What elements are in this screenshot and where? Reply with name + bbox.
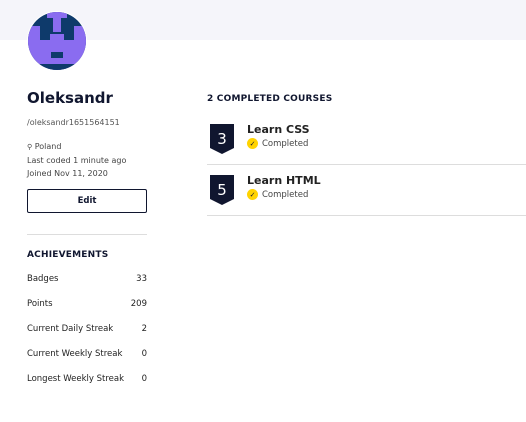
svg-text:5: 5 bbox=[217, 181, 227, 199]
course-item-html[interactable]: 5 Learn HTML ✓ Completed bbox=[207, 165, 526, 216]
status-label: Completed bbox=[262, 138, 309, 149]
stat-value: 0 bbox=[141, 349, 147, 359]
joined-date: Joined Nov 11, 2020 bbox=[27, 169, 108, 178]
stat-label: Current Weekly Streak bbox=[27, 349, 123, 359]
profile-meta: ⚲ Poland Last coded 1 minute ago Joined … bbox=[27, 140, 126, 180]
stat-daily-streak: Current Daily Streak 2 bbox=[27, 324, 147, 334]
stat-value: 2 bbox=[141, 324, 147, 334]
stat-longest-weekly-streak: Longest Weekly Streak 0 bbox=[27, 374, 147, 384]
stat-label: Longest Weekly Streak bbox=[27, 374, 125, 384]
achievements-title: ACHIEVEMENTS bbox=[27, 250, 109, 260]
stat-label: Current Daily Streak bbox=[27, 324, 114, 334]
check-icon: ✓ bbox=[247, 189, 258, 200]
edit-profile-button[interactable]: Edit bbox=[27, 189, 147, 213]
check-icon: ✓ bbox=[247, 138, 258, 149]
completed-courses-title: 2 COMPLETED COURSES bbox=[207, 94, 333, 104]
html-logo-icon: 5 bbox=[210, 175, 234, 205]
css-logo-icon: 3 bbox=[210, 124, 234, 154]
last-coded: Last coded 1 minute ago bbox=[27, 156, 127, 165]
stat-value: 33 bbox=[136, 274, 147, 284]
divider bbox=[27, 234, 147, 235]
stat-value: 209 bbox=[130, 299, 147, 309]
location: Poland bbox=[34, 142, 62, 151]
stat-label: Badges bbox=[27, 274, 59, 284]
profile-name: Oleksandr bbox=[27, 89, 113, 107]
svg-text:3: 3 bbox=[217, 130, 227, 148]
course-status: ✓ Completed bbox=[247, 138, 308, 149]
profile-handle: /oleksandr1651564151 bbox=[27, 118, 120, 127]
stat-value: 0 bbox=[141, 374, 147, 384]
course-name[interactable]: Learn HTML bbox=[247, 174, 321, 187]
course-name[interactable]: Learn CSS bbox=[247, 123, 310, 136]
stat-label: Points bbox=[27, 299, 53, 309]
stat-weekly-streak: Current Weekly Streak 0 bbox=[27, 349, 147, 359]
avatar bbox=[27, 11, 87, 71]
stat-points: Points 209 bbox=[27, 299, 147, 309]
stat-badges: Badges 33 bbox=[27, 274, 147, 284]
course-status: ✓ Completed bbox=[247, 189, 308, 200]
course-item-css[interactable]: 3 Learn CSS ✓ Completed bbox=[207, 114, 526, 165]
location-icon: ⚲ bbox=[27, 143, 33, 151]
status-label: Completed bbox=[262, 189, 309, 200]
